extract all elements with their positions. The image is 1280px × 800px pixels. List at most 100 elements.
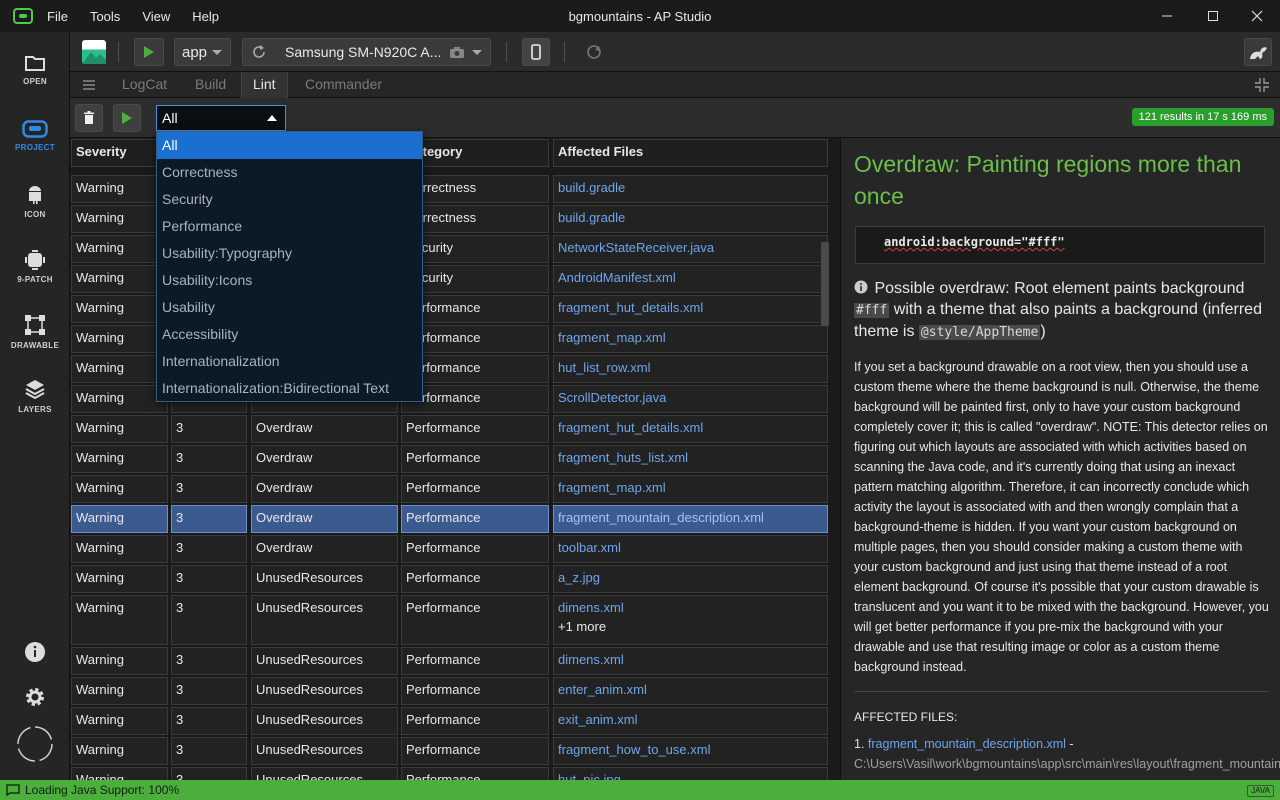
cell-severity-text: Warning bbox=[76, 450, 124, 465]
filter-option[interactable]: Security bbox=[157, 186, 422, 213]
sync-button[interactable] bbox=[585, 43, 603, 64]
cell-file-text: ScrollDetector.java bbox=[558, 390, 667, 405]
menu-view[interactable]: View bbox=[142, 9, 170, 24]
app-logo-icon bbox=[13, 8, 33, 24]
filter-option[interactable]: Correctness bbox=[157, 159, 422, 186]
tab-commander[interactable]: Commander bbox=[294, 72, 393, 98]
clear-results-button[interactable] bbox=[75, 104, 103, 132]
cell-severity-text: Warning bbox=[76, 360, 124, 375]
more-files-label[interactable]: +1 more bbox=[558, 619, 823, 634]
close-button[interactable] bbox=[1234, 0, 1280, 32]
filter-option[interactable]: All bbox=[157, 132, 422, 159]
cell-file[interactable]: AndroidManifest.xml bbox=[553, 265, 828, 293]
cell-severity-text: Warning bbox=[76, 480, 124, 495]
affected-file-link[interactable]: fragment_mountain_description.xml bbox=[868, 737, 1066, 751]
cell-category: Security bbox=[401, 235, 549, 263]
filter-option[interactable]: Usability bbox=[157, 294, 422, 321]
module-select[interactable]: app bbox=[174, 38, 231, 66]
column-header-severity[interactable]: Severity bbox=[71, 139, 168, 167]
issue-explanation: If you set a background drawable on a ro… bbox=[854, 360, 1269, 674]
cell-severity-text: Warning bbox=[76, 300, 124, 315]
filter-option[interactable]: Usability:Icons bbox=[157, 267, 422, 294]
cell-priority: 3 bbox=[171, 445, 247, 473]
tab-lint[interactable]: Lint bbox=[241, 72, 288, 98]
cell-file[interactable]: enter_anim.xml bbox=[553, 677, 828, 705]
cell-severity-text: Warning bbox=[76, 330, 124, 345]
toolbar-divider bbox=[118, 42, 119, 62]
summary-code-2: @style/AppTheme bbox=[918, 325, 1041, 340]
cell-priority-text: 3 bbox=[176, 420, 184, 435]
cell-file[interactable]: fragment_mountain_description.xml bbox=[553, 505, 828, 533]
cell-file[interactable]: fragment_huts_list.xml bbox=[553, 445, 828, 473]
cell-id-text: UnusedResources bbox=[256, 682, 363, 697]
android-icon bbox=[29, 186, 41, 204]
device-mirror-button[interactable] bbox=[522, 38, 550, 66]
tabs-menu-button[interactable] bbox=[81, 78, 97, 95]
cell-severity-text: Warning bbox=[76, 510, 124, 525]
folder-icon bbox=[25, 56, 45, 71]
cell-file[interactable]: ScrollDetector.java bbox=[553, 385, 828, 413]
cell-file[interactable]: build.gradle bbox=[553, 205, 828, 233]
filter-option[interactable]: Performance bbox=[157, 213, 422, 240]
cell-file[interactable]: dimens.xml bbox=[553, 647, 828, 675]
title-bar: File Tools View Help bgmountains - AP St… bbox=[0, 0, 1280, 32]
run-button[interactable] bbox=[134, 38, 164, 66]
cell-file[interactable]: fragment_hut_details.xml bbox=[553, 415, 828, 443]
settings-button[interactable] bbox=[0, 685, 70, 714]
cell-file[interactable]: fragment_map.xml bbox=[553, 475, 828, 503]
filter-option[interactable]: Usability:Typography bbox=[157, 240, 422, 267]
filter-option[interactable]: Internationalization:Bidirectional Text bbox=[157, 375, 422, 402]
bottom-tabs-bar: LogCat Build Lint Commander bbox=[70, 72, 1280, 98]
column-header-category[interactable]: Category bbox=[401, 139, 549, 167]
sidebar-item-drawable[interactable]: DRAWABLE bbox=[0, 314, 70, 350]
cell-category: Performance bbox=[401, 595, 549, 645]
cell-file[interactable]: toolbar.xml bbox=[553, 535, 828, 563]
device-select[interactable]: Samsung SM-N920C A... bbox=[242, 38, 491, 66]
cell-priority: 3 bbox=[171, 505, 247, 533]
minimize-button[interactable] bbox=[1144, 0, 1190, 32]
cell-file[interactable]: fragment_map.xml bbox=[553, 325, 828, 353]
info-button[interactable] bbox=[0, 641, 70, 668]
cell-file[interactable]: fragment_how_to_use.xml bbox=[553, 737, 828, 765]
filter-option[interactable]: Internationalization bbox=[157, 348, 422, 375]
sidebar-item-9patch[interactable]: 9-PATCH bbox=[0, 250, 70, 284]
cell-file[interactable]: hut_list_row.xml bbox=[553, 355, 828, 383]
cell-priority: 3 bbox=[171, 737, 247, 765]
column-header-file[interactable]: Affected Files bbox=[553, 139, 828, 167]
run-lint-button[interactable] bbox=[113, 104, 141, 132]
cell-file[interactable]: hut_pic.jpg bbox=[553, 767, 828, 780]
cell-category-text: Performance bbox=[406, 570, 481, 585]
filter-option[interactable]: Accessibility bbox=[157, 321, 422, 348]
category-filter-value: All bbox=[162, 110, 178, 126]
expand-panel-button[interactable] bbox=[1254, 77, 1270, 96]
mascot-button[interactable] bbox=[1244, 38, 1272, 66]
cell-file[interactable]: a_z.jpg bbox=[553, 565, 828, 593]
category-filter-select[interactable]: All bbox=[156, 105, 286, 131]
cell-id: UnusedResources bbox=[251, 767, 398, 780]
tab-logcat[interactable]: LogCat bbox=[111, 72, 178, 98]
table-scrollbar[interactable] bbox=[821, 242, 829, 326]
cell-severity-text: Warning bbox=[76, 390, 124, 405]
toolbar-divider bbox=[564, 42, 565, 62]
cell-file[interactable]: exit_anim.xml bbox=[553, 707, 828, 735]
sidebar-item-icon[interactable]: ICON bbox=[0, 185, 70, 219]
affected-file-index: 1. bbox=[854, 737, 865, 751]
tab-build[interactable]: Build bbox=[184, 72, 237, 98]
cell-file[interactable]: NetworkStateReceiver.java bbox=[553, 235, 828, 263]
maximize-button[interactable] bbox=[1190, 0, 1236, 32]
cell-file[interactable]: fragment_hut_details.xml bbox=[553, 295, 828, 323]
menu-file[interactable]: File bbox=[47, 9, 68, 24]
cell-severity-text: Warning bbox=[76, 712, 124, 727]
cell-category-text: Performance bbox=[406, 480, 481, 495]
sidebar-item-open[interactable]: OPEN bbox=[0, 54, 70, 86]
cell-file-text: build.gradle bbox=[558, 210, 626, 225]
cell-file[interactable]: build.gradle bbox=[553, 175, 828, 203]
cell-id-text: UnusedResources bbox=[256, 742, 363, 757]
menu-help[interactable]: Help bbox=[192, 9, 219, 24]
menu-tools[interactable]: Tools bbox=[90, 9, 120, 24]
cell-id: UnusedResources bbox=[251, 565, 398, 593]
sidebar-item-layers[interactable]: LAYERS bbox=[0, 378, 70, 414]
cell-file[interactable]: dimens.xml +1 more bbox=[553, 595, 828, 645]
app-icon[interactable] bbox=[82, 40, 106, 64]
sidebar-item-project[interactable]: PROJECT bbox=[0, 120, 70, 152]
